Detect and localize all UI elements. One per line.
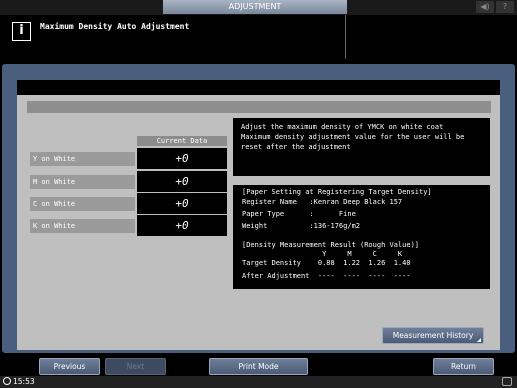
clock-icon — [3, 377, 11, 385]
row-value-c: +0 — [137, 193, 227, 214]
row-value-m: +0 — [137, 171, 227, 192]
paper-setting-heading: [Paper Setting at Registering Target Den… — [242, 188, 432, 196]
row-label-y: Y on White — [30, 152, 135, 166]
status-bar — [0, 376, 517, 388]
density-columns: Y M C K — [242, 250, 403, 258]
next-button[interactable]: Next — [105, 358, 166, 375]
speaker-icon[interactable]: ◀) — [476, 1, 494, 13]
top-bar: ADJUSTMENT ◀) ? — [0, 0, 517, 15]
register-name: Register Name :Kenran Deep Black 157 — [242, 198, 403, 206]
screen-header: i Maximum Density Auto Adjustment — [0, 15, 517, 59]
page-title: Maximum Density Auto Adjustment — [40, 22, 190, 31]
frame-title-bar — [17, 80, 500, 95]
expand-corner-icon — [477, 338, 481, 342]
row-value-k: +0 — [137, 215, 227, 236]
message-line-1: Adjust the maximum density of YMCK on wh… — [241, 123, 444, 131]
return-button[interactable]: Return — [433, 358, 494, 375]
message-line-2: Maximum density adjustment value for the… — [241, 133, 465, 141]
target-density-row: Target Density 0.88 1.22 1.26 1.40 — [242, 259, 411, 267]
header-divider — [345, 15, 346, 59]
tab-adjustment[interactable]: ADJUSTMENT — [163, 0, 347, 14]
print-mode-button[interactable]: Print Mode — [209, 358, 308, 375]
row-label-k: K on White — [30, 219, 135, 233]
row-value-y: +0 — [137, 148, 227, 169]
after-adjustment-row: After Adjustment ---- ---- ---- ---- — [242, 272, 411, 280]
instruction-message: Adjust the maximum density of YMCK on wh… — [233, 118, 490, 176]
message-line-3: reset after the adjustment — [241, 143, 351, 151]
measurement-history-button[interactable]: Measurement History — [382, 327, 484, 344]
current-data-header: Current Data — [137, 136, 227, 146]
paper-type: Paper Type : Fine — [242, 210, 356, 218]
clock-time: 15:53 — [13, 377, 35, 386]
status-indicator-icon[interactable] — [502, 377, 512, 386]
previous-button[interactable]: Previous — [39, 358, 100, 375]
clock: 15:53 — [3, 377, 35, 386]
measurement-history-label: Measurement History — [392, 331, 474, 340]
density-result-heading: [Density Measurement Result (Rough Value… — [242, 241, 420, 249]
row-label-m: M on White — [30, 175, 135, 189]
paper-weight: Weight :136-176g/m2 — [242, 222, 361, 230]
help-button[interactable]: ? — [496, 1, 514, 13]
panel-header-strip — [27, 101, 491, 113]
info-icon: i — [12, 22, 31, 41]
row-label-c: C on White — [30, 197, 135, 211]
target-density-info: [Paper Setting at Registering Target Den… — [233, 185, 490, 289]
